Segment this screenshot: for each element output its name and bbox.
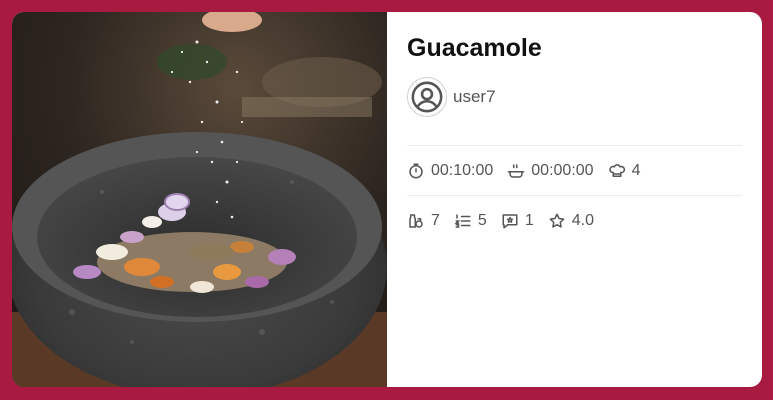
servings-value: 4 <box>631 161 641 179</box>
author-name[interactable]: user7 <box>453 87 496 107</box>
author-info[interactable]: user7 <box>407 77 742 117</box>
comments-value: 1 <box>524 211 534 229</box>
ingredients-value: 7 <box>431 211 440 229</box>
ingredients-count: 7 <box>407 212 440 230</box>
pot-steam-icon <box>508 163 525 178</box>
prep-time-value: 00:10:00 <box>431 161 494 179</box>
cook-time-value: 00:00:00 <box>531 161 594 179</box>
steps-count: 5 <box>454 212 487 230</box>
recipe-title[interactable]: Guacamole <box>407 33 742 63</box>
mortar-bowl-image <box>12 12 387 387</box>
recipe-card[interactable]: Guacamole user7 00:10:00 00:00:00 4 7 5 … <box>12 12 762 387</box>
numbered-list-icon <box>454 213 471 228</box>
rating: 4.0 <box>548 212 594 230</box>
recipe-times-row: 00:10:00 00:00:00 4 <box>407 146 742 195</box>
recipe-details: Guacamole user7 00:10:00 00:00:00 4 7 5 … <box>387 12 762 387</box>
steps-value: 5 <box>477 211 487 229</box>
recipe-photo[interactable] <box>12 12 387 387</box>
user-circle-icon[interactable] <box>407 77 447 117</box>
cook-time: 00:00:00 <box>507 161 594 180</box>
comments-count: 1 <box>501 212 534 230</box>
recipe-stats-row: 7 5 1 4.0 <box>407 196 742 245</box>
prep-time: 00:10:00 <box>407 162 493 180</box>
servings: 4 <box>608 161 641 180</box>
chef-hat-icon <box>608 163 625 177</box>
comment-star-icon <box>502 213 518 228</box>
timer-icon <box>409 163 423 178</box>
star-icon <box>549 213 565 228</box>
rating-value: 4.0 <box>571 211 594 229</box>
jars-icon <box>409 213 423 228</box>
